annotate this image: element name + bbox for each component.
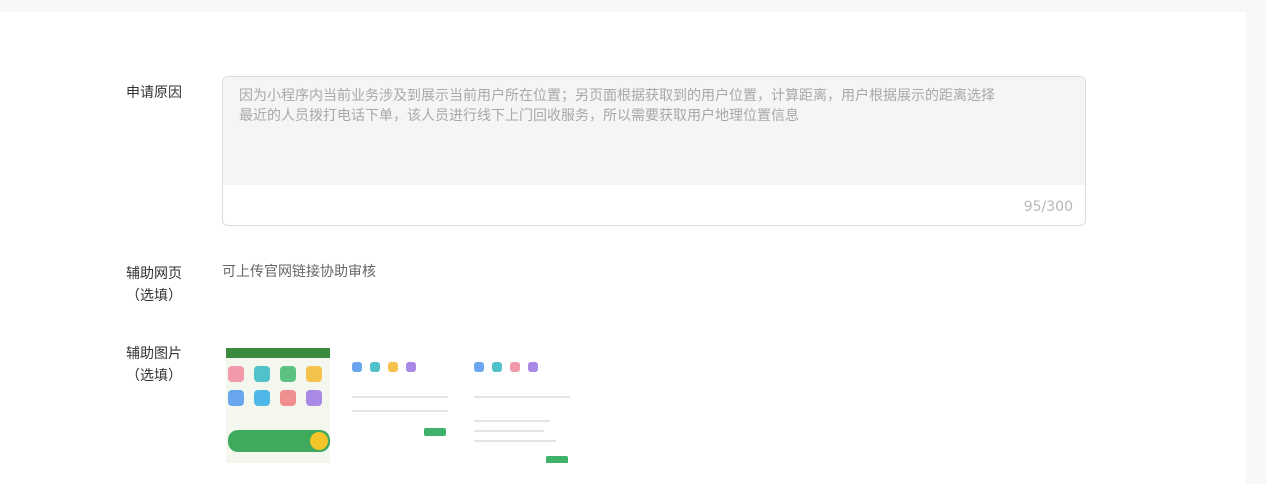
images-label-text: 辅助图片 [126, 346, 182, 362]
mini-icon [388, 362, 398, 372]
form-card: 申请原因 因为小程序内当前业务涉及到展示当前用户所在位置；另页面根据获取到的用户… [0, 12, 1246, 484]
thumbnail-2[interactable] [348, 348, 452, 463]
mini-icon [352, 362, 362, 372]
mini-icon [406, 362, 416, 372]
app-icon [254, 390, 270, 406]
detail-line [474, 440, 556, 442]
image-thumbnails [226, 348, 574, 463]
divider-line [352, 410, 448, 412]
thumbnail-1[interactable] [226, 348, 330, 463]
reason-textarea[interactable]: 因为小程序内当前业务涉及到展示当前用户所在位置；另页面根据获取到的用户位置，计算… [222, 76, 1086, 226]
mini-icon-row [474, 362, 570, 372]
mini-icon [492, 362, 502, 372]
app-icon [306, 390, 322, 406]
reason-text[interactable]: 因为小程序内当前业务涉及到展示当前用户所在位置；另页面根据获取到的用户位置，计算… [239, 86, 999, 126]
order-button [424, 428, 446, 436]
images-optional-text: （选填） [126, 368, 182, 384]
app-icon [280, 390, 296, 406]
app-icon [254, 366, 270, 382]
mini-icon-row [352, 362, 448, 372]
webpage-label-text: 辅助网页 [126, 266, 182, 282]
leaf-header-decoration [226, 348, 330, 358]
char-counter: 95/300 [1023, 199, 1073, 215]
app-icon-grid [228, 366, 324, 406]
mini-icon [474, 362, 484, 372]
mini-icon [528, 362, 538, 372]
divider-line [352, 396, 448, 398]
webpage-hint[interactable]: 可上传官网链接协助审核 [222, 261, 376, 281]
promo-banner [228, 430, 330, 452]
reason-label: 申请原因 [126, 85, 182, 101]
mini-icon [370, 362, 380, 372]
go-icon [310, 432, 328, 450]
images-label: 辅助图片 （选填） [126, 343, 182, 387]
thumbnail-3[interactable] [470, 348, 574, 463]
app-icon [306, 366, 322, 382]
divider-line [474, 396, 570, 398]
detail-line [474, 430, 544, 432]
webpage-label: 辅助网页 （选填） [126, 263, 182, 307]
webpage-optional-text: （选填） [126, 288, 182, 304]
app-icon [228, 390, 244, 406]
mini-icon [510, 362, 520, 372]
call-button [546, 456, 568, 463]
app-icon [228, 366, 244, 382]
app-icon [280, 366, 296, 382]
detail-line [474, 420, 550, 422]
page-right-margin [1246, 0, 1266, 484]
